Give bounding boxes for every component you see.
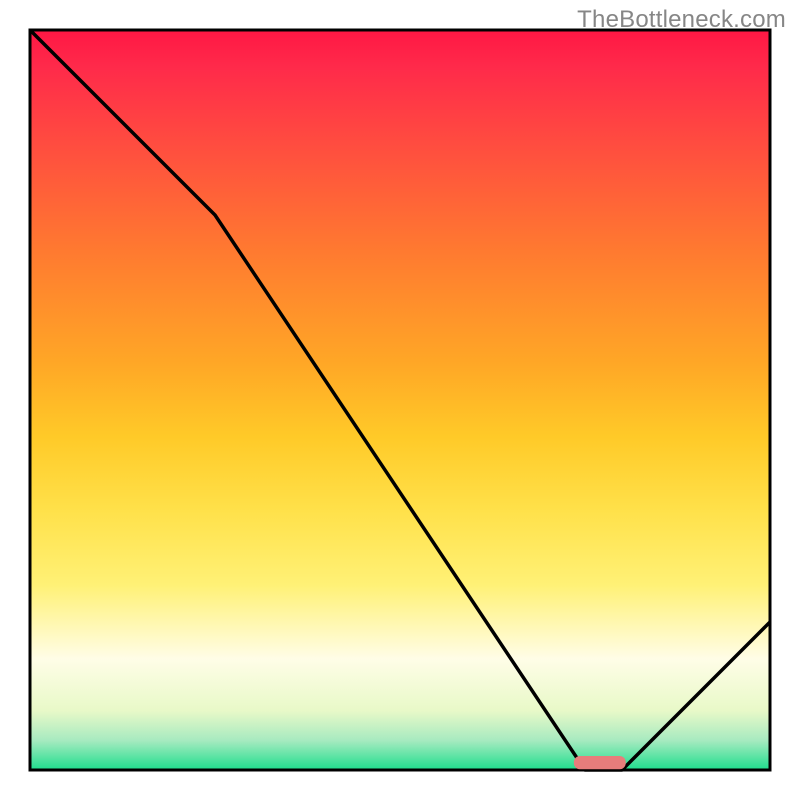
optimal-marker (574, 756, 626, 769)
watermark-text: TheBottleneck.com (577, 6, 786, 34)
bottleneck-chart (0, 0, 800, 800)
